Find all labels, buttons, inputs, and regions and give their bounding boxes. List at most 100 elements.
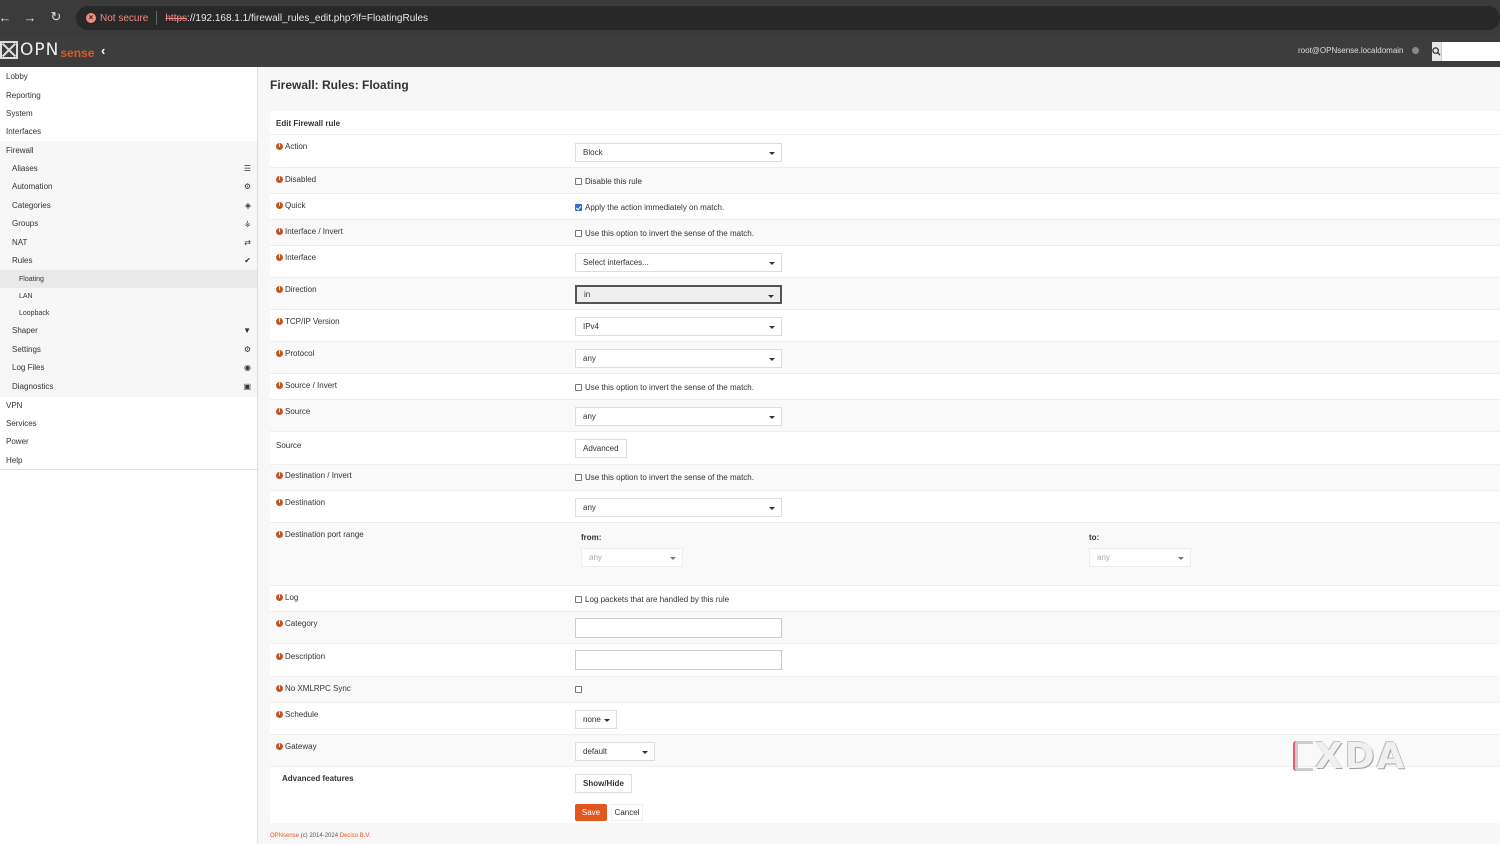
port-from-select[interactable]: any	[581, 548, 683, 567]
xmlrpc-checkbox[interactable]	[575, 686, 582, 693]
disabled-checkbox[interactable]	[575, 178, 582, 185]
watermark-text: XDA	[1315, 735, 1407, 777]
info-icon[interactable]: i	[276, 228, 283, 235]
row-destination-invert: i Destination / Invert Use this option to…	[270, 464, 1500, 490]
interface-select[interactable]: Select interfaces...	[575, 253, 782, 272]
log-checkbox-row: Log packets that are handled by this rul…	[575, 595, 729, 604]
sidebar-item-vpn[interactable]: VPN	[0, 396, 257, 414]
sidebar-item-power[interactable]: Power	[0, 432, 257, 450]
sidebar-item-reporting[interactable]: Reporting	[0, 86, 257, 104]
caret-down-icon	[769, 152, 775, 155]
sidebar-item-interfaces[interactable]: Interfaces	[0, 122, 257, 140]
search-icon[interactable]	[1432, 42, 1442, 61]
quick-checkbox[interactable]	[575, 204, 582, 211]
sidebar-item-label: Loopback	[19, 309, 50, 317]
label-text: Destination	[285, 498, 326, 507]
info-icon[interactable]: i	[276, 143, 283, 150]
sidebar-item-aliases[interactable]: Aliases ☰	[0, 159, 257, 177]
sidebar-item-floating[interactable]: Floating	[0, 270, 257, 288]
direction-select[interactable]: in	[575, 285, 782, 304]
info-icon[interactable]: i	[276, 202, 283, 209]
opnsense-logo[interactable]: OPN sense	[0, 40, 94, 60]
schedule-select[interactable]: none	[575, 710, 617, 729]
interface-invert-checkbox[interactable]	[575, 230, 582, 237]
info-icon[interactable]: i	[276, 620, 283, 627]
select-value: any	[583, 503, 596, 512]
category-input[interactable]	[575, 618, 782, 638]
sidebar-item-lan[interactable]: LAN	[0, 287, 257, 305]
sidebar-item-log-files[interactable]: Log Files ◉	[0, 358, 257, 376]
info-icon[interactable]: i	[276, 594, 283, 601]
action-select[interactable]: Block	[575, 143, 782, 162]
info-icon[interactable]: i	[276, 350, 283, 357]
info-icon[interactable]: i	[276, 286, 283, 293]
row-destination-port: i Destination port range from: to: any an…	[270, 522, 1500, 585]
source-advanced-button[interactable]: Advanced	[575, 439, 627, 458]
sidebar-item-services[interactable]: Services	[0, 414, 257, 432]
info-icon[interactable]: i	[276, 531, 283, 538]
forward-icon[interactable]: →	[17, 4, 43, 30]
sidebar-item-groups[interactable]: Groups ⚶	[0, 214, 257, 232]
back-icon[interactable]: ←	[0, 4, 18, 30]
sidebar-item-label: Shaper	[12, 325, 38, 335]
label-text: Interface / Invert	[285, 227, 343, 236]
sidebar-item-rules[interactable]: Rules ✔	[0, 251, 257, 269]
search-input[interactable]	[1442, 42, 1500, 61]
sidebar-item-system[interactable]: System	[0, 104, 257, 122]
collapse-sidebar-icon[interactable]: ‹	[101, 43, 105, 58]
sidebar-item-categories[interactable]: Categories ◈	[0, 196, 257, 214]
sidebar-item-label: Diagnostics	[12, 381, 54, 391]
row-quick: i Quick Apply the action immediately on m…	[270, 193, 1500, 219]
reload-icon[interactable]: ↻	[43, 4, 69, 30]
info-icon[interactable]: i	[276, 408, 283, 415]
cancel-button[interactable]: Cancel	[611, 804, 643, 821]
sidebar-item-label: VPN	[6, 400, 23, 410]
source-select[interactable]: any	[575, 407, 782, 426]
security-indicator[interactable]: × Not secure	[86, 13, 148, 24]
protocol-select[interactable]: any	[575, 349, 782, 368]
row-source-advanced: Source Advanced	[270, 431, 1500, 464]
label-text: Source	[285, 407, 311, 416]
port-to-select[interactable]: any	[1089, 548, 1191, 567]
info-icon[interactable]: i	[276, 254, 283, 261]
log-checkbox[interactable]	[575, 596, 582, 603]
footer: OPNsense (c) 2014-2024 Deciso B.V.	[270, 833, 371, 839]
info-icon[interactable]: i	[276, 743, 283, 750]
gateway-select[interactable]: default	[575, 742, 655, 761]
footer-copyright: (c) 2014-2024	[299, 833, 340, 839]
info-icon[interactable]: i	[276, 318, 283, 325]
sidebar-item-firewall[interactable]: Firewall	[0, 141, 257, 159]
info-icon[interactable]: i	[276, 685, 283, 692]
caret-down-icon	[769, 416, 775, 419]
sidebar-item-diagnostics[interactable]: Diagnostics ▣	[0, 377, 257, 395]
sidebar-item-label: System	[6, 108, 33, 118]
save-button[interactable]: Save	[575, 804, 607, 821]
info-icon[interactable]: i	[276, 499, 283, 506]
sidebar-item-label: Aliases	[12, 163, 38, 173]
sidebar-item-nat[interactable]: NAT ⇄	[0, 233, 257, 251]
sidebar-item-label: Power	[6, 436, 29, 446]
sidebar-item-help[interactable]: Help	[0, 451, 257, 469]
info-icon[interactable]: i	[276, 176, 283, 183]
address-bar[interactable]: × Not secure https ://192.168.1.1/firewa…	[76, 6, 1500, 30]
info-icon[interactable]: i	[276, 653, 283, 660]
footer-company-link[interactable]: Deciso B.V.	[340, 833, 371, 839]
sidebar-item-automation[interactable]: Automation ⚙	[0, 177, 257, 195]
label-text: Direction	[285, 285, 317, 294]
info-icon[interactable]: i	[276, 382, 283, 389]
caret-down-icon	[769, 262, 775, 265]
user-label[interactable]: root@OPNsense.localdomain	[1298, 46, 1404, 55]
sidebar-item-settings[interactable]: Settings ⚙	[0, 340, 257, 358]
destination-invert-checkbox[interactable]	[575, 474, 582, 481]
info-icon[interactable]: i	[276, 711, 283, 718]
ipversion-select[interactable]: IPv4	[575, 317, 782, 336]
destination-select[interactable]: any	[575, 498, 782, 517]
sidebar-item-lobby[interactable]: Lobby	[0, 67, 257, 85]
description-input[interactable]	[575, 650, 782, 670]
footer-brand-link[interactable]: OPNsense	[270, 833, 299, 839]
source-invert-checkbox[interactable]	[575, 384, 582, 391]
show-hide-button[interactable]: Show/Hide	[575, 774, 632, 793]
sidebar-item-loopback[interactable]: Loopback	[0, 304, 257, 322]
sidebar-item-shaper[interactable]: Shaper ▼	[0, 321, 257, 339]
info-icon[interactable]: i	[276, 472, 283, 479]
